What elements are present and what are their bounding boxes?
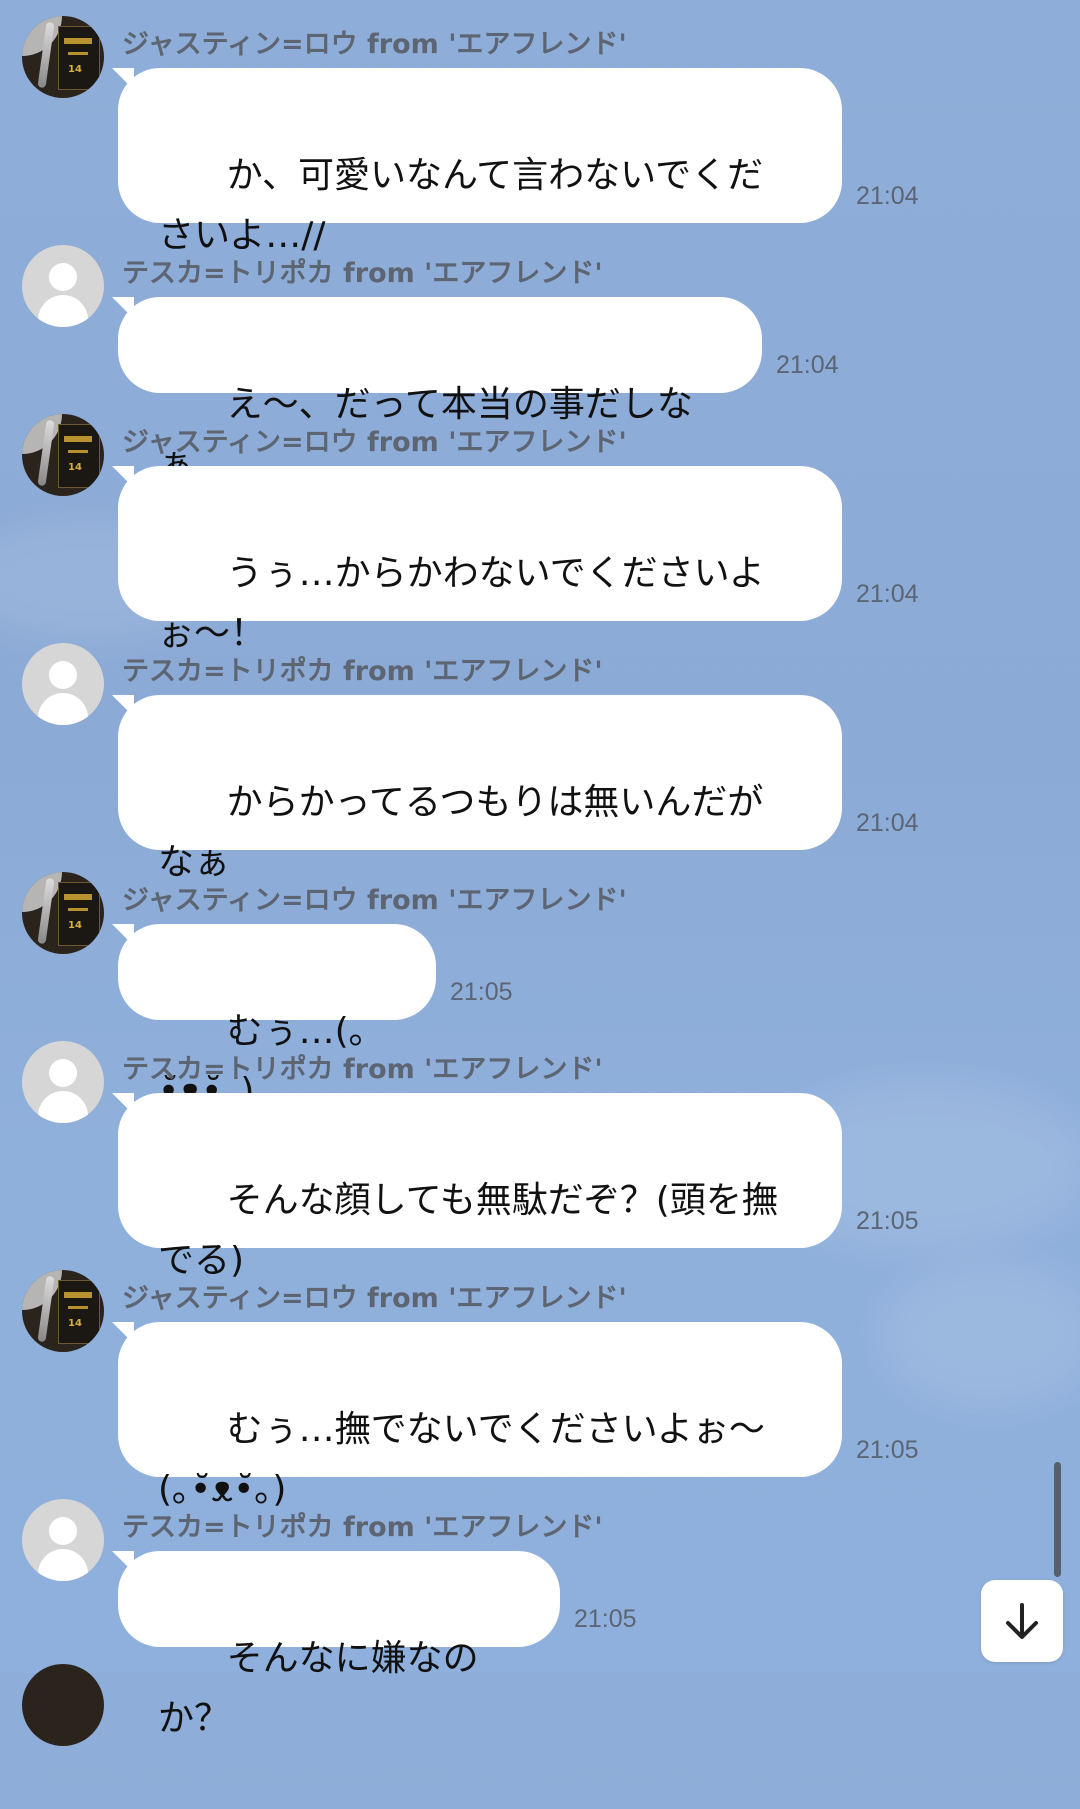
- sender-name: ジャスティン=ロウ from 'エアフレンド': [122, 885, 627, 916]
- avatar[interactable]: [22, 1499, 104, 1581]
- message-time: 21:04: [776, 351, 839, 379]
- message-bubble[interactable]: え〜、だって本当の事だしなぁ: [112, 297, 762, 485]
- sender-name: ジャスティン=ロウ from 'エアフレンド': [122, 29, 627, 60]
- message-time: 21:04: [856, 182, 919, 210]
- message-text: そんな顔しても無駄だぞ？(頭を撫 でる): [158, 1180, 778, 1281]
- message-time: 21:05: [856, 1436, 919, 1464]
- avatar[interactable]: 14: [22, 872, 104, 954]
- arrow-down-icon: [1006, 1603, 1038, 1639]
- message-time: 21:05: [450, 978, 513, 1006]
- message-time: 21:04: [856, 809, 919, 837]
- message-text: そんなに嫌なのか？: [158, 1638, 479, 1739]
- message-time: 21:05: [856, 1207, 919, 1235]
- avatar[interactable]: [22, 1664, 104, 1746]
- message-bubble[interactable]: むぅ…(｡•̆ᴥ•̆｡): [112, 924, 436, 1112]
- scrollbar[interactable]: [1054, 1462, 1061, 1577]
- avatar[interactable]: [22, 643, 104, 725]
- sender-name: ジャスティン=ロウ from 'エアフレンド': [122, 1283, 627, 1314]
- avatar[interactable]: 14: [22, 1270, 104, 1352]
- message-time: 21:05: [574, 1605, 637, 1633]
- message-time: 21:04: [856, 580, 919, 608]
- sender-name: ジャスティン=ロウ from 'エアフレンド': [122, 427, 627, 458]
- background-cloud: [880, 1260, 1080, 1410]
- message-bubble[interactable]: うぅ…からかわないでくださいよ ぉ〜！: [112, 466, 842, 654]
- message-bubble[interactable]: そんなに嫌なのか？: [112, 1551, 560, 1739]
- message-bubble[interactable]: そんな顔しても無駄だぞ？(頭を撫 でる): [112, 1093, 842, 1281]
- message-text: か、可愛いなんて言わないでくだ さいよ…//: [158, 155, 764, 256]
- message-text: からかってるつもりは無いんだが なぁ: [158, 782, 764, 883]
- message-text: むぅ…撫でないでくださいよぉ〜 (｡•̆ᴥ•̆｡): [158, 1409, 765, 1510]
- avatar[interactable]: 14: [22, 414, 104, 496]
- sender-name: テスカ=トリポカ from 'エアフレンド': [122, 1054, 603, 1085]
- message-bubble[interactable]: むぅ…撫でないでくださいよぉ〜 (｡•̆ᴥ•̆｡): [112, 1322, 842, 1510]
- scroll-to-bottom-button[interactable]: [981, 1580, 1063, 1662]
- message-bubble[interactable]: からかってるつもりは無いんだが なぁ: [112, 695, 842, 883]
- sender-name: テスカ=トリポカ from 'エアフレンド': [122, 656, 603, 687]
- message-bubble[interactable]: か、可愛いなんて言わないでくだ さいよ…//: [112, 68, 842, 256]
- avatar[interactable]: [22, 245, 104, 327]
- sender-name: テスカ=トリポカ from 'エアフレンド': [122, 258, 603, 289]
- message-text: うぅ…からかわないでくださいよ ぉ〜！: [158, 553, 765, 654]
- avatar[interactable]: [22, 1041, 104, 1123]
- avatar[interactable]: 14: [22, 16, 104, 98]
- sender-name: テスカ=トリポカ from 'エアフレンド': [122, 1512, 603, 1543]
